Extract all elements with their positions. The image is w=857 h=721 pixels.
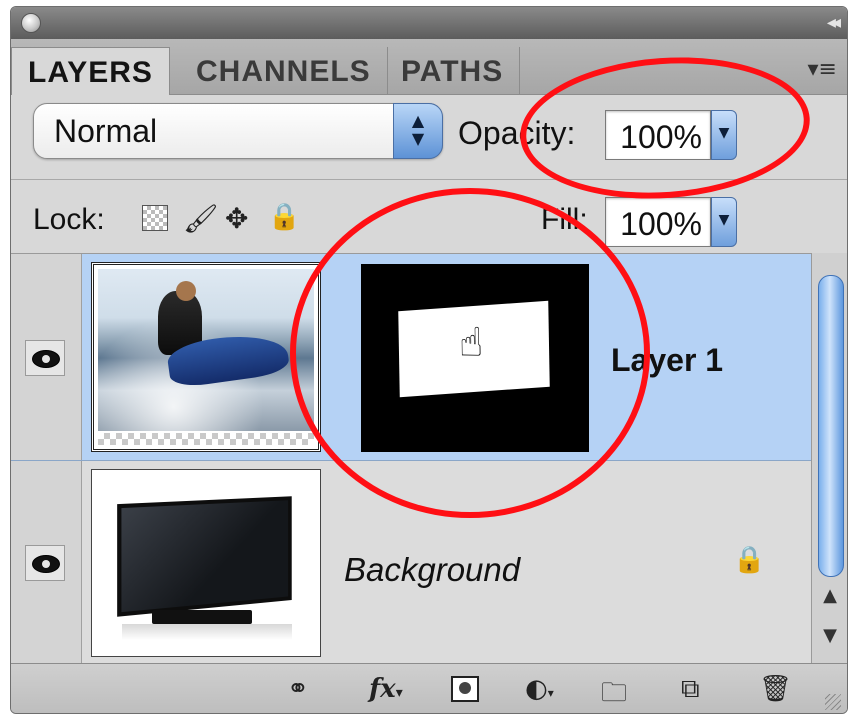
panel-title-bar[interactable]: ◂◂: [11, 7, 847, 40]
layers-panel: ◂◂ LAYERS CHANNELS PATHS ▾≡ Normal ▲ ▼ Op…: [10, 6, 848, 714]
new-group-folder-icon[interactable]: 🗀: [601, 674, 627, 708]
tab-label: CHANNELS: [196, 55, 371, 88]
opacity-label: Opacity:: [458, 115, 576, 151]
visibility-toggle[interactable]: [25, 545, 65, 581]
layers-toolbar: ⚭ fx▾ ◐▾ 🗀 ⧉ 🗑: [11, 663, 847, 713]
blend-mode-value: Normal: [54, 113, 158, 149]
tab-label: PATHS: [401, 55, 504, 88]
scroll-down-button[interactable]: ▼: [818, 625, 842, 653]
fill-value: 100%: [620, 206, 702, 242]
fill-field[interactable]: 100%: [605, 197, 711, 247]
layer-name[interactable]: Layer 1: [611, 342, 723, 379]
tv-stand-shape: [152, 610, 252, 624]
jetski-photo: [98, 269, 314, 431]
add-mask-icon[interactable]: [451, 676, 479, 702]
layer-thumbnail[interactable]: [91, 469, 321, 657]
padlock-icon: 🔒: [733, 545, 766, 575]
lock-all-icon[interactable]: 🔒: [268, 202, 300, 236]
fill-dropdown-button[interactable]: ▼: [711, 197, 737, 247]
brush-icon[interactable]: 🖌: [183, 202, 219, 236]
scroll-up-button[interactable]: ▲: [818, 585, 842, 613]
blend-mode-select[interactable]: Normal ▲ ▼: [33, 103, 443, 159]
trash-icon[interactable]: 🗑: [759, 674, 792, 706]
move-arrows-icon[interactable]: ✥: [225, 202, 248, 236]
transparency-checker: [98, 433, 314, 445]
layers-list: ☝ Layer 1 Background 🔒: [11, 253, 811, 664]
lock-transparency-icon[interactable]: [142, 205, 168, 231]
visibility-toggle[interactable]: [25, 340, 65, 376]
resize-grip[interactable]: [825, 694, 841, 710]
tab-label: LAYERS: [28, 56, 153, 89]
layer-style-fx-icon[interactable]: fx▾: [369, 674, 403, 706]
rider-head-shape: [176, 281, 196, 301]
scrollbar-thumb[interactable]: [818, 275, 844, 577]
hand-cursor-icon: ☝: [458, 319, 484, 368]
opacity-value: 100%: [620, 119, 702, 155]
new-layer-icon[interactable]: ⧉: [681, 674, 700, 706]
eye-icon: [32, 555, 60, 573]
visibility-column: [11, 461, 82, 664]
close-dot-icon[interactable]: [21, 13, 41, 33]
double-chevron-icon[interactable]: ◂◂: [827, 12, 841, 33]
tv-shape: [117, 496, 292, 617]
layers-scrollbar[interactable]: ▲ ▼: [811, 253, 847, 663]
panel-menu-icon[interactable]: ▾≡: [808, 57, 837, 82]
layer-name[interactable]: Background: [344, 551, 520, 589]
tv-reflection: [122, 624, 292, 640]
opacity-field[interactable]: 100%: [605, 110, 711, 160]
eye-icon: [32, 350, 60, 368]
visibility-column: [11, 254, 82, 460]
tab-paths[interactable]: PATHS: [385, 47, 521, 94]
fill-label: Fill:: [541, 203, 588, 236]
lock-label: Lock:: [33, 203, 105, 236]
panel-tabs: LAYERS CHANNELS PATHS ▾≡: [11, 39, 847, 95]
adjustment-layer-icon[interactable]: ◐▾: [525, 674, 554, 706]
divider: [11, 179, 847, 180]
link-layers-icon[interactable]: ⚭: [287, 674, 309, 706]
tab-channels[interactable]: CHANNELS: [180, 47, 388, 94]
updown-arrows-icon: ▲ ▼: [393, 103, 443, 159]
opacity-dropdown-button[interactable]: ▼: [711, 110, 737, 160]
layer-mask-thumbnail[interactable]: ☝: [361, 264, 589, 452]
layer-row-background[interactable]: Background 🔒: [11, 461, 811, 664]
mask-white-area: ☝: [398, 300, 550, 398]
layer-thumbnail[interactable]: [91, 262, 321, 452]
tab-layers[interactable]: LAYERS: [11, 47, 170, 95]
layer-row-layer-1[interactable]: ☝ Layer 1: [11, 254, 811, 461]
